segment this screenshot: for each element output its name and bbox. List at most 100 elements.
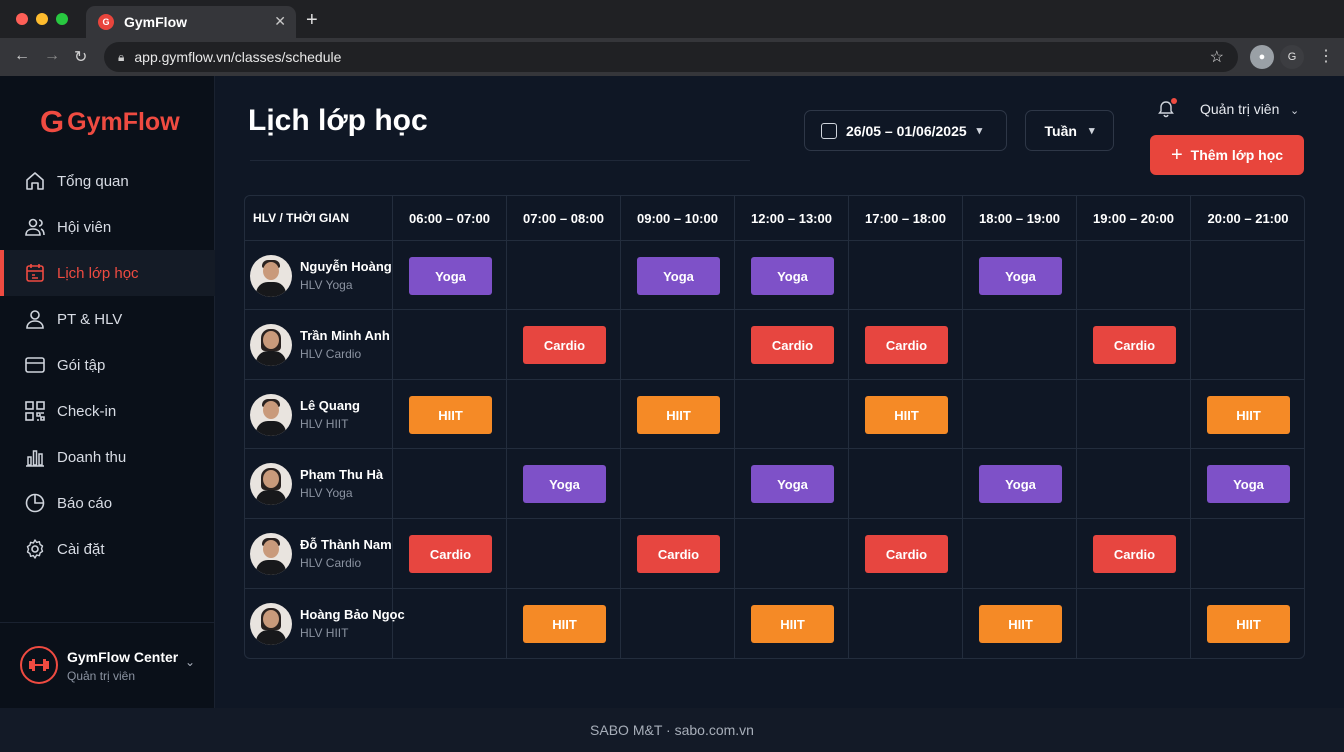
class-block-cardio[interactable]: Cardio bbox=[1093, 535, 1176, 573]
schedule-cell[interactable]: Yoga bbox=[507, 449, 621, 518]
date-range-picker[interactable]: 26/05 – 01/06/2025 ▾ bbox=[804, 110, 1007, 151]
schedule-cell[interactable] bbox=[507, 241, 621, 309]
sidebar-item-6[interactable]: Check-in bbox=[0, 388, 215, 434]
class-block-cardio[interactable]: Cardio bbox=[865, 535, 948, 573]
sidebar-item-4[interactable]: PT & HLV bbox=[0, 296, 215, 342]
user-menu[interactable]: Quản trị viên bbox=[1200, 101, 1279, 117]
schedule-cell[interactable] bbox=[735, 519, 849, 588]
class-block-yoga[interactable]: Yoga bbox=[979, 465, 1062, 503]
class-block-hiit[interactable]: HIIT bbox=[1207, 396, 1290, 434]
class-block-cardio[interactable]: Cardio bbox=[751, 326, 834, 364]
trainer-cell[interactable]: Hoàng Bảo Ngọc HLV HIIT bbox=[245, 589, 405, 658]
schedule-cell[interactable]: HIIT bbox=[1191, 589, 1304, 658]
schedule-cell[interactable] bbox=[963, 519, 1077, 588]
class-block-yoga[interactable]: Yoga bbox=[409, 257, 492, 295]
schedule-cell[interactable] bbox=[1191, 241, 1304, 309]
profile-letter[interactable]: G bbox=[1280, 45, 1304, 69]
schedule-cell[interactable] bbox=[393, 449, 507, 518]
schedule-cell[interactable]: Yoga bbox=[963, 449, 1077, 518]
schedule-cell[interactable] bbox=[849, 241, 963, 309]
schedule-cell[interactable] bbox=[393, 310, 507, 379]
schedule-cell[interactable]: HIIT bbox=[963, 589, 1077, 658]
view-mode-select[interactable]: Tuần ▾ bbox=[1025, 110, 1114, 151]
schedule-cell[interactable]: Cardio bbox=[849, 310, 963, 379]
schedule-cell[interactable]: Cardio bbox=[507, 310, 621, 379]
class-block-hiit[interactable]: HIIT bbox=[409, 396, 492, 434]
class-block-hiit[interactable]: HIIT bbox=[865, 396, 948, 434]
trainer-cell[interactable]: Trần Minh Anh HLV Cardio bbox=[245, 310, 393, 379]
schedule-cell[interactable]: Yoga bbox=[1191, 449, 1304, 518]
class-block-yoga[interactable]: Yoga bbox=[751, 465, 834, 503]
schedule-cell[interactable] bbox=[1191, 519, 1304, 588]
maximize-window-button[interactable] bbox=[56, 13, 68, 25]
schedule-cell[interactable] bbox=[1077, 589, 1191, 658]
schedule-cell[interactable]: Cardio bbox=[621, 519, 735, 588]
schedule-cell[interactable]: HIIT bbox=[621, 380, 735, 448]
schedule-cell[interactable]: Yoga bbox=[735, 241, 849, 309]
class-block-cardio[interactable]: Cardio bbox=[523, 326, 606, 364]
schedule-cell[interactable]: HIIT bbox=[393, 380, 507, 448]
schedule-cell[interactable] bbox=[1077, 241, 1191, 309]
class-block-cardio[interactable]: Cardio bbox=[865, 326, 948, 364]
class-block-yoga[interactable]: Yoga bbox=[979, 257, 1062, 295]
schedule-cell[interactable] bbox=[507, 380, 621, 448]
schedule-cell[interactable] bbox=[621, 589, 735, 658]
schedule-cell[interactable]: Yoga bbox=[735, 449, 849, 518]
minimize-window-button[interactable] bbox=[36, 13, 48, 25]
reload-icon[interactable]: ↻ bbox=[74, 47, 87, 67]
class-block-cardio[interactable]: Cardio bbox=[409, 535, 492, 573]
schedule-cell[interactable] bbox=[621, 449, 735, 518]
forward-arrow-icon[interactable]: → bbox=[44, 47, 60, 65]
browser-tab[interactable]: G GymFlow ✕ bbox=[86, 6, 296, 38]
profile-avatar-icon[interactable]: ● bbox=[1250, 45, 1274, 69]
schedule-cell[interactable] bbox=[963, 310, 1077, 379]
class-block-hiit[interactable]: HIIT bbox=[1207, 605, 1290, 643]
schedule-cell[interactable] bbox=[1191, 310, 1304, 379]
class-block-yoga[interactable]: Yoga bbox=[751, 257, 834, 295]
class-block-hiit[interactable]: HIIT bbox=[523, 605, 606, 643]
schedule-cell[interactable]: HIIT bbox=[507, 589, 621, 658]
schedule-cell[interactable] bbox=[849, 589, 963, 658]
schedule-cell[interactable]: HIIT bbox=[1191, 380, 1304, 448]
schedule-cell[interactable] bbox=[621, 310, 735, 379]
schedule-cell[interactable]: Yoga bbox=[621, 241, 735, 309]
gymflow-logo[interactable]: G GymFlow bbox=[40, 104, 180, 140]
class-block-yoga[interactable]: Yoga bbox=[1207, 465, 1290, 503]
schedule-cell[interactable] bbox=[1077, 449, 1191, 518]
schedule-cell[interactable] bbox=[393, 589, 507, 658]
close-tab-icon[interactable]: ✕ bbox=[274, 13, 286, 30]
trainer-cell[interactable]: Nguyễn Hoàng HLV Yoga bbox=[245, 241, 393, 309]
schedule-cell[interactable] bbox=[849, 449, 963, 518]
account-switcher[interactable]: GymFlow Center Quản trị viên ⌄ bbox=[0, 622, 215, 708]
class-block-yoga[interactable]: Yoga bbox=[637, 257, 720, 295]
class-block-hiit[interactable]: HIIT bbox=[979, 605, 1062, 643]
class-block-hiit[interactable]: HIIT bbox=[637, 396, 720, 434]
chevron-down-icon[interactable]: ⌄ bbox=[1290, 104, 1299, 117]
close-window-button[interactable] bbox=[16, 13, 28, 25]
sidebar-item-3[interactable]: Lịch lớp học bbox=[0, 250, 215, 296]
schedule-cell[interactable]: Yoga bbox=[393, 241, 507, 309]
schedule-cell[interactable]: Cardio bbox=[1077, 310, 1191, 379]
schedule-cell[interactable]: Yoga bbox=[963, 241, 1077, 309]
class-block-yoga[interactable]: Yoga bbox=[523, 465, 606, 503]
schedule-cell[interactable] bbox=[735, 380, 849, 448]
schedule-cell[interactable] bbox=[963, 380, 1077, 448]
address-bar[interactable]: 🔒︎ app.gymflow.vn/classes/schedule ☆ bbox=[104, 42, 1238, 72]
schedule-cell[interactable] bbox=[1077, 380, 1191, 448]
sidebar-item-7[interactable]: Doanh thu bbox=[0, 434, 215, 480]
class-block-cardio[interactable]: Cardio bbox=[637, 535, 720, 573]
schedule-cell[interactable]: HIIT bbox=[849, 380, 963, 448]
trainer-cell[interactable]: Đỗ Thành Nam HLV Cardio bbox=[245, 519, 393, 588]
schedule-cell[interactable]: HIIT bbox=[735, 589, 849, 658]
back-arrow-icon[interactable]: ← bbox=[14, 47, 30, 65]
class-block-hiit[interactable]: HIIT bbox=[751, 605, 834, 643]
sidebar-item-8[interactable]: Báo cáo bbox=[0, 480, 215, 526]
schedule-cell[interactable]: Cardio bbox=[1077, 519, 1191, 588]
trainer-cell[interactable]: Phạm Thu Hà HLV Yoga bbox=[245, 449, 393, 518]
sidebar-item-9[interactable]: Cài đặt bbox=[0, 526, 215, 572]
schedule-cell[interactable]: Cardio bbox=[735, 310, 849, 379]
schedule-cell[interactable]: Cardio bbox=[393, 519, 507, 588]
add-class-button[interactable]: + Thêm lớp học bbox=[1150, 135, 1304, 175]
schedule-cell[interactable] bbox=[507, 519, 621, 588]
schedule-cell[interactable]: Cardio bbox=[849, 519, 963, 588]
